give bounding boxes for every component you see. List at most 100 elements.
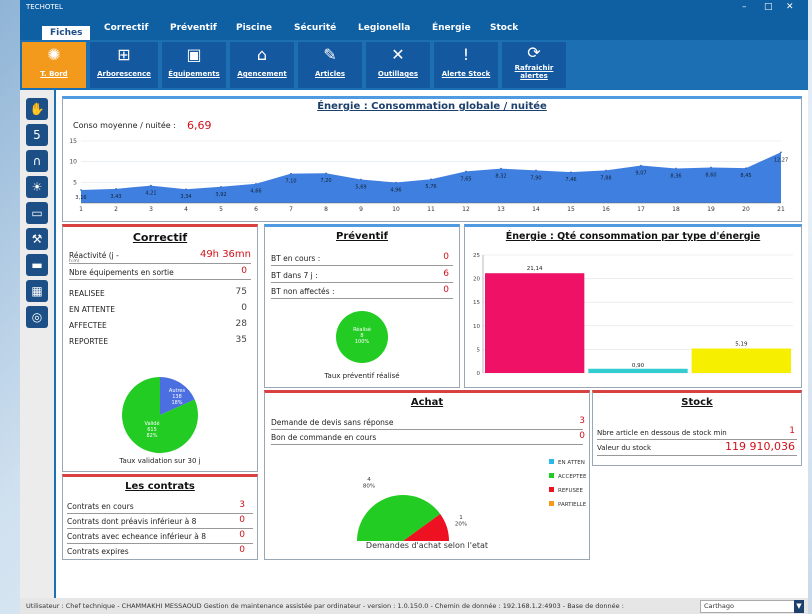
data-label: 7,65: [460, 176, 471, 182]
articles-button[interactable]: ✎ Articles: [298, 42, 362, 88]
dashboard-icon: ✺: [47, 45, 61, 64]
divider: [271, 282, 453, 283]
data-label: 7,46: [565, 177, 576, 183]
stock-label: Valeur du stock: [597, 444, 652, 452]
x-tick-label: 13: [497, 206, 505, 213]
stat-value: 28: [235, 319, 247, 329]
y-tick-label: 5: [477, 347, 481, 353]
achat-title: Achat: [410, 397, 444, 408]
energy-area-chart: 5 10 15 3,16 1 3,43 2 4,21 3 3,34 4 3,92 5 4,66 6 7,10 7…: [69, 138, 788, 213]
legend-label: PARTIELLE: [558, 502, 587, 508]
tab-legionella[interactable]: Legionella: [358, 23, 410, 33]
arborescence-label: Arborescence: [97, 70, 151, 78]
x-tick-label: 14: [532, 206, 540, 213]
y-tick-label: 20: [473, 277, 480, 283]
data-point: [465, 170, 467, 173]
x-tick-label: 4: [184, 206, 188, 213]
agencement-button[interactable]: ⌂ Agencement: [230, 42, 294, 88]
stat-label: REALISEE: [69, 289, 105, 298]
data-label: 8,36: [670, 173, 681, 179]
y-tick-label: 5: [73, 179, 77, 186]
x-tick-label: 20: [742, 206, 750, 213]
achat-value: 0: [579, 431, 585, 441]
y-tick-label: 0: [477, 371, 481, 377]
tbord-button[interactable]: ✺ T. Bord: [22, 42, 86, 88]
stat-label: REPORTEE: [69, 337, 109, 346]
data-label: 8,32: [495, 174, 506, 180]
sortie-label: Nbre équipements en sortie: [69, 268, 174, 277]
maximize-button[interactable]: □: [764, 0, 773, 14]
worker-icon[interactable]: ⚒: [26, 228, 48, 250]
x-tick-label: 19: [707, 206, 715, 213]
data-label: 3,43: [110, 194, 121, 200]
stat-value: 75: [235, 287, 247, 297]
data-point: [430, 178, 432, 180]
main-tabs: Fiches Correctif Préventif Piscine Sécur…: [20, 14, 808, 42]
rafraichir-label: Rafraichir alertes: [514, 64, 554, 80]
y-tick-label: 10: [69, 159, 77, 166]
divider: [271, 429, 583, 430]
achat-semi-pie-chart: 4 80% 1 20% EN ATTEN ACCEPTEE REFUSEE PARTIELLE: [357, 459, 587, 541]
ribbon-toolbar: ✺ T. Bord ⊞ Arborescence ▣ Équipements ⌂ Age…: [20, 40, 808, 90]
stock-value: 1: [789, 426, 795, 436]
legend-label: REFUSEE: [558, 488, 583, 494]
correctif-title: Correctif: [132, 231, 188, 244]
legend-label: ACCEPTEE: [558, 474, 587, 480]
achat-value: 3: [579, 416, 585, 426]
data-label: 3,16: [75, 195, 86, 201]
tab-stock[interactable]: Stock: [490, 23, 518, 33]
contract-value: 0: [239, 515, 245, 525]
x-tick-label: 21: [777, 206, 785, 213]
chevron-down-icon[interactable]: ▼: [794, 600, 804, 613]
rafraichir-button[interactable]: ⟳ Rafraichir alertes: [502, 42, 566, 88]
tab-securite[interactable]: Sécurité: [294, 23, 336, 33]
calendar-icon[interactable]: ▦: [26, 280, 48, 302]
outillages-label: Outillages: [377, 70, 419, 78]
divider: [67, 513, 253, 514]
achat-label: Bon de commande en cours: [271, 433, 377, 442]
tab-piscine[interactable]: Piscine: [236, 23, 272, 33]
data-label: 7,10: [285, 179, 296, 185]
legend-swatch: [549, 501, 554, 506]
bt-value: 0: [443, 285, 449, 295]
arborescence-button[interactable]: ⊞ Arborescence: [90, 42, 158, 88]
avg-value: 6,69: [187, 119, 212, 132]
data-point: [535, 169, 537, 172]
stat-value: 0: [241, 303, 247, 313]
preventif-title: Préventif: [335, 231, 389, 242]
x-tick-label: 3: [149, 206, 153, 213]
tab-energie[interactable]: Énergie: [432, 23, 471, 33]
tab-preventif[interactable]: Préventif: [170, 23, 217, 33]
x-tick-label: 7: [289, 206, 293, 213]
database-select[interactable]: Carthago: [700, 600, 795, 613]
energy-bar: [485, 273, 585, 373]
data-point: [605, 169, 607, 172]
stock-panel: Stock Nbre article en dessous de stock m…: [592, 390, 802, 466]
monitor-icon[interactable]: ▭: [26, 202, 48, 224]
stat-label: AFFECTEE: [69, 321, 107, 330]
rank-icon[interactable]: 5: [26, 124, 48, 146]
data-label: 3,92: [215, 192, 226, 198]
sun-icon[interactable]: ☀: [26, 176, 48, 198]
like-icon[interactable]: ✋: [26, 98, 48, 120]
tab-correctif[interactable]: Correctif: [104, 23, 148, 33]
divider: [67, 528, 253, 529]
data-point: [290, 172, 292, 175]
outillages-button[interactable]: ✕ Outillages: [366, 42, 430, 88]
contract-label: Contrats dont préavis inférieur à 8: [67, 517, 197, 526]
data-point: [325, 172, 327, 175]
camera-icon[interactable]: ◎: [26, 306, 48, 328]
minimize-button[interactable]: –: [742, 0, 747, 14]
achat-panel: Achat Demande de devis sans réponse 3 Bo…: [264, 390, 590, 560]
bed-icon[interactable]: ▬: [26, 254, 48, 276]
preventif-caption: Taux préventif réalisé: [324, 372, 400, 380]
x-tick-label: 8: [324, 206, 328, 213]
headset-icon[interactable]: ∩: [26, 150, 48, 172]
stat-value: 35: [235, 335, 247, 345]
x-tick-label: 15: [567, 206, 575, 213]
divider: [271, 265, 453, 266]
alerte-stock-button[interactable]: ! Alerte Stock: [434, 42, 498, 88]
stock-value: 119 910,036: [725, 440, 795, 453]
close-button[interactable]: ✕: [786, 0, 794, 14]
equipements-button[interactable]: ▣ Équipements: [162, 42, 226, 88]
